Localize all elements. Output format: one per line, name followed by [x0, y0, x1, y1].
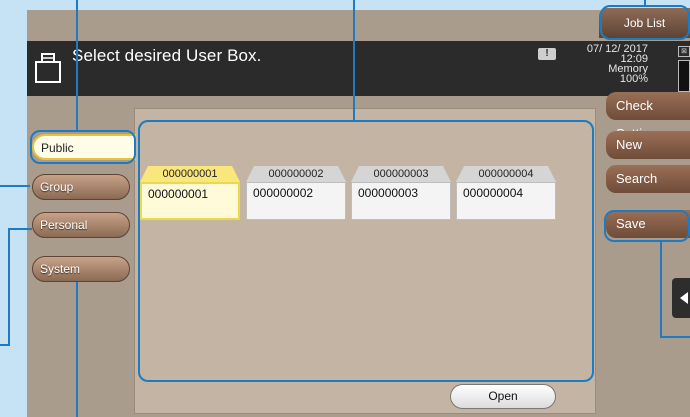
status-icon: ⊠ [678, 46, 690, 57]
page-title: Select desired User Box. [72, 46, 262, 65]
callout-line [353, 0, 355, 120]
toner-gauge: ⊠ [650, 44, 690, 94]
warning-icon[interactable]: ! [538, 48, 556, 60]
memory-bar-icon [678, 60, 690, 92]
check-settings-button[interactable]: Check Setting [606, 92, 690, 141]
callout-line [76, 0, 78, 130]
public-tab-callout [30, 130, 136, 164]
arrow-left-icon [680, 292, 688, 304]
callout-line [76, 282, 78, 417]
back-arrow-button[interactable] [672, 278, 690, 318]
callout-line [0, 185, 30, 187]
memory-value: 100% [619, 73, 648, 85]
open-button[interactable]: Open [450, 384, 556, 409]
date-time-display: 07/ 12/ 2017 12:09 Memory 100% [586, 44, 648, 85]
callout-line [0, 344, 10, 346]
callout-line [644, 0, 646, 7]
job-list-callout [600, 5, 690, 40]
box-list-callout [138, 120, 594, 382]
user-box-icon [35, 53, 61, 83]
callout-line [8, 228, 32, 230]
search-button[interactable]: Search [606, 165, 690, 193]
save-callout [604, 210, 690, 242]
tab-system[interactable]: System [32, 256, 130, 282]
callout-line [660, 240, 662, 338]
callout-line [660, 336, 690, 338]
callout-line [8, 228, 10, 344]
tab-group[interactable]: Group [32, 174, 130, 200]
new-button[interactable]: New [606, 131, 690, 159]
tab-personal[interactable]: Personal [32, 212, 130, 238]
